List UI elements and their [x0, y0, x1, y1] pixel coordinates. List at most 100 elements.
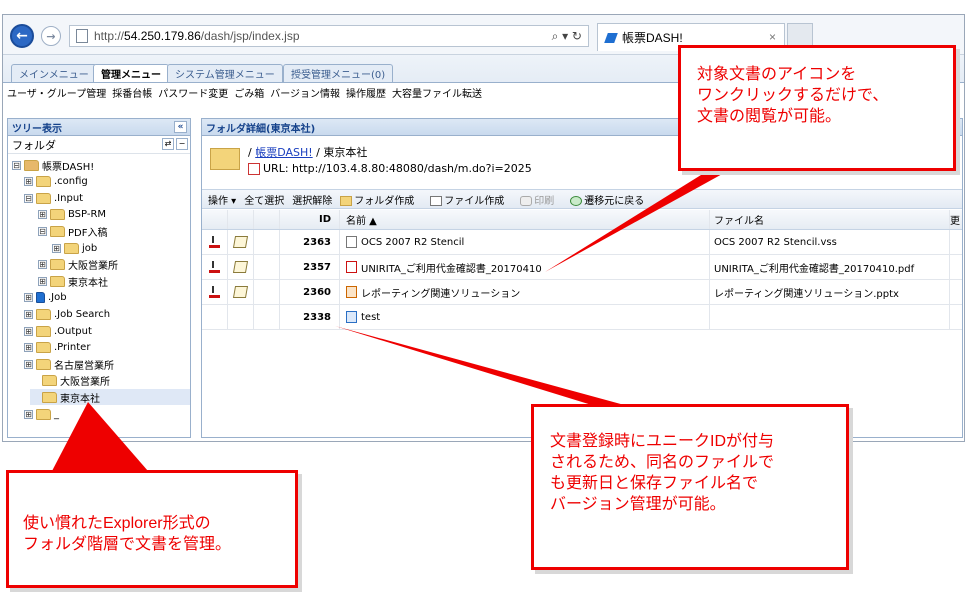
- folder-icon: [50, 225, 65, 237]
- col-download: [202, 210, 228, 229]
- folder-icon: [36, 176, 51, 188]
- tab-main-menu[interactable]: メインメニュー: [11, 64, 97, 82]
- collapse-node-icon[interactable]: ⊟: [24, 193, 33, 203]
- menu-user-group[interactable]: ユーザ・グループ管理: [7, 85, 106, 100]
- tab-system-admin-menu[interactable]: システム管理メニュー: [167, 64, 283, 82]
- tree-node[interactable]: ⊟ .Input: [24, 190, 83, 206]
- return-button[interactable]: 遷移元に戻る: [570, 192, 652, 207]
- col-extra-header[interactable]: 更: [950, 210, 962, 229]
- create-folder-button[interactable]: フォルダ作成: [340, 192, 422, 207]
- tree-node[interactable]: 東京本社: [30, 389, 190, 406]
- tree-node[interactable]: ⊞ .Job: [24, 290, 67, 306]
- expand-all-icon[interactable]: ⇄: [162, 138, 174, 150]
- collapse-all-icon[interactable]: −: [176, 138, 188, 150]
- menu-password-change[interactable]: パスワード変更: [158, 85, 228, 100]
- name-cell[interactable]: test: [340, 305, 710, 329]
- col-id-header[interactable]: ID: [280, 210, 340, 229]
- tree-node-label: 大阪営業所: [60, 377, 110, 389]
- expand-node-icon[interactable]: ⊞: [24, 293, 33, 303]
- menu-version-info[interactable]: バージョン情報: [270, 85, 340, 100]
- table-row[interactable]: 2338 test: [202, 305, 962, 330]
- name-cell[interactable]: レポーティング関連ソリューション: [340, 280, 710, 304]
- expand-node-icon[interactable]: ⊞: [38, 210, 47, 220]
- tree-node-label: 帳票DASH!: [42, 161, 95, 173]
- menu-trash[interactable]: ごみ箱: [234, 85, 264, 100]
- folder-icon: [64, 242, 79, 254]
- table-row[interactable]: 2363 OCS 2007 R2 Stencil OCS 2007 R2 Stenc…: [202, 230, 962, 255]
- download-icon[interactable]: [209, 236, 220, 248]
- folder-icon: [36, 408, 51, 420]
- tree-node[interactable]: ⊞ 名古屋営業所: [24, 356, 114, 372]
- edit-icon[interactable]: [232, 286, 249, 298]
- breadcrumb-root-link[interactable]: 帳票DASH!: [255, 146, 312, 159]
- menu-large-file-transfer[interactable]: 大容量ファイル転送: [392, 85, 482, 100]
- expand-node-icon[interactable]: ⊞: [24, 343, 33, 353]
- tree-node[interactable]: ⊟ PDF入稿: [38, 223, 107, 239]
- tree-node[interactable]: 大阪営業所: [30, 373, 110, 389]
- tree-node[interactable]: ⊞ .Printer: [24, 340, 90, 356]
- tree-node[interactable]: ⊟ 帳票DASH!: [12, 157, 94, 173]
- expand-node-icon[interactable]: ⊞: [24, 409, 33, 419]
- deselect-button[interactable]: 選択解除: [292, 192, 332, 207]
- doc-icon[interactable]: [346, 236, 357, 248]
- expand-node-icon[interactable]: ⊞: [24, 359, 33, 369]
- tab-transfer-menu[interactable]: 授受管理メニュー(0): [283, 64, 394, 82]
- document-name[interactable]: UNIRITA_ご利用代金確認書_20170410: [361, 260, 542, 275]
- name-cell[interactable]: OCS 2007 R2 Stencil: [340, 230, 710, 254]
- folder-large-icon: [210, 148, 240, 170]
- folder-icon: [50, 259, 65, 271]
- table-row[interactable]: 2357 UNIRITA_ご利用代金確認書_20170410 UNIRITA_ご利用…: [202, 255, 962, 280]
- folder-icon: [50, 275, 65, 287]
- collapse-node-icon[interactable]: ⊟: [38, 226, 47, 236]
- tree-node[interactable]: ⊞ _: [24, 406, 59, 422]
- folder-icon: [42, 375, 57, 387]
- pdf-icon[interactable]: [346, 261, 357, 273]
- tree-node[interactable]: ⊞ .Output: [24, 323, 92, 339]
- operation-menu-button[interactable]: 操作 ▾: [208, 192, 236, 207]
- collapse-icon[interactable]: «: [174, 121, 187, 133]
- folder-label: フォルダ: [12, 138, 56, 152]
- collapse-node-icon[interactable]: ⊟: [12, 160, 21, 170]
- close-tab-icon[interactable]: ×: [769, 30, 776, 44]
- tree-node-label: .Printer: [54, 342, 91, 354]
- select-all-button[interactable]: 全て選択: [244, 192, 284, 207]
- download-icon[interactable]: [209, 286, 220, 298]
- table-row[interactable]: 2360 レポーティング関連ソリューション レポーティング関連ソリューション.ppt…: [202, 280, 962, 305]
- col-filename-header[interactable]: ファイル名: [710, 210, 950, 229]
- link-icon[interactable]: [346, 311, 357, 323]
- edit-icon[interactable]: [232, 236, 249, 248]
- tree-node[interactable]: ⊞ job: [52, 240, 97, 256]
- filename-cell: OCS 2007 R2 Stencil.vss: [710, 230, 950, 254]
- col-name-header[interactable]: 名前 ▲: [340, 210, 710, 229]
- tree-node[interactable]: ⊞ 大阪営業所: [38, 257, 118, 273]
- name-cell[interactable]: UNIRITA_ご利用代金確認書_20170410: [340, 255, 710, 279]
- expand-node-icon[interactable]: ⊞: [38, 260, 47, 270]
- search-refresh-icons[interactable]: ⌕ ▾ ↻: [552, 29, 582, 44]
- download-icon[interactable]: [209, 261, 220, 273]
- create-file-button[interactable]: ファイル作成: [430, 192, 512, 207]
- menu-operation-history[interactable]: 操作履歴: [346, 85, 386, 100]
- forward-button[interactable]: →: [41, 26, 61, 46]
- url-field[interactable]: http://54.250.179.86/dash/jsp/index.jsp …: [69, 25, 589, 47]
- menu-numbering-ledger[interactable]: 採番台帳: [112, 85, 152, 100]
- print-button[interactable]: 印刷: [520, 192, 562, 207]
- tree-node[interactable]: ⊞ .Job Search: [24, 306, 110, 322]
- expand-node-icon[interactable]: ⊞: [24, 309, 33, 319]
- edit-icon[interactable]: [232, 261, 249, 273]
- expand-node-icon[interactable]: ⊞: [52, 243, 61, 253]
- back-button[interactable]: ←: [10, 24, 34, 48]
- tree-node[interactable]: ⊞ .config: [24, 174, 88, 190]
- document-name[interactable]: test: [361, 312, 380, 323]
- document-name[interactable]: OCS 2007 R2 Stencil: [361, 237, 464, 248]
- expand-node-icon[interactable]: ⊞: [24, 177, 33, 187]
- document-name[interactable]: レポーティング関連ソリューション: [361, 285, 520, 300]
- expand-node-icon[interactable]: ⊞: [24, 326, 33, 336]
- tree-node[interactable]: ⊞ BSP-RM: [38, 207, 106, 223]
- col-edit: [228, 210, 254, 229]
- pptx-icon[interactable]: [346, 286, 357, 298]
- tab-admin-menu[interactable]: 管理メニュー: [93, 64, 169, 82]
- tree-node[interactable]: ⊞ 東京本社: [38, 273, 108, 289]
- expand-node-icon[interactable]: ⊞: [38, 276, 47, 286]
- callout-line: も更新日と保存ファイル名で: [550, 475, 759, 492]
- create-file-label: ファイル作成: [444, 195, 505, 207]
